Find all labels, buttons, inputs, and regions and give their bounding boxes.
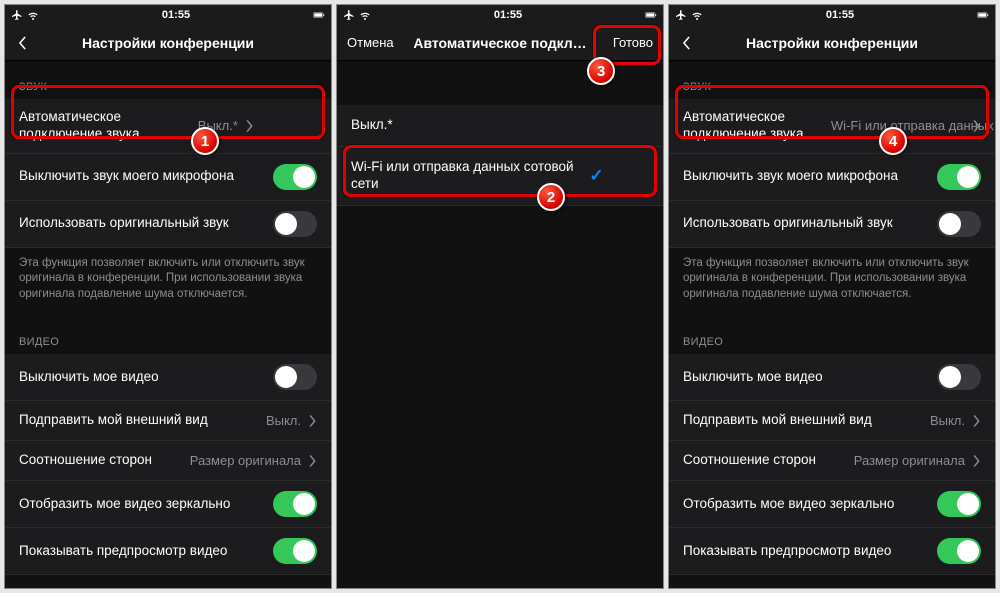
row-mute-video[interactable]: Выключить мое видео [669,354,995,401]
wifi-icon [691,9,703,21]
nav-title: Настройки конференции [693,35,971,51]
toggle-mute-mic[interactable] [937,164,981,190]
toggle-mirror[interactable] [273,491,317,517]
row-label: Выключить звук моего микрофона [683,168,937,185]
screen-3: 01:55 Настройки конференции ЗВУК Автомат… [668,4,996,589]
toggle-original-sound[interactable] [273,211,317,237]
chevron-right-icon [973,120,981,132]
section-header-general: ОБЩИЕ [5,575,331,588]
nav-bar: Отмена Автоматическое подкл… Готово [337,25,663,61]
row-mute-video[interactable]: Выключить мое видео [5,354,331,401]
toggle-mute-mic[interactable] [273,164,317,190]
row-mute-mic[interactable]: Выключить звук моего микрофона [669,154,995,201]
row-label: Выключить мое видео [19,369,273,386]
status-time: 01:55 [371,9,645,21]
chevron-right-icon [973,415,981,427]
status-time: 01:55 [39,9,313,21]
check-icon: ✓ [589,166,603,186]
row-value: Размер оригинала [190,453,301,468]
row-original-sound[interactable]: Использовать оригинальный звук [5,201,331,248]
row-value: Размер оригинала [854,453,965,468]
back-icon[interactable] [15,36,29,50]
chevron-right-icon [973,455,981,467]
row-label: Выключить звук моего микрофона [19,168,273,185]
row-mirror[interactable]: Отобразить мое видео зеркально [5,481,331,528]
row-value: Выкл. [930,413,965,428]
option-off[interactable]: Выкл.* [337,105,663,147]
section-header-sound: ЗВУК [5,61,331,99]
toggle-mute-video[interactable] [273,364,317,390]
row-aspect[interactable]: Соотношение сторон Размер оригинала [669,441,995,481]
row-label: Использовать оригинальный звук [19,215,273,232]
section-header-general: ОБЩИЕ [669,575,995,588]
row-value: Выкл. [266,413,301,428]
back-icon[interactable] [679,36,693,50]
screen-2: 01:55 Отмена Автоматическое подкл… Готов… [336,4,664,589]
toggle-original-sound[interactable] [937,211,981,237]
row-touch-up[interactable]: Подправить мой внешний вид Выкл. [669,401,995,441]
row-touch-up[interactable]: Подправить мой внешний вид Выкл. [5,401,331,441]
row-original-sound[interactable]: Использовать оригинальный звук [669,201,995,248]
status-bar: 01:55 [337,5,663,25]
chevron-right-icon [309,455,317,467]
done-button[interactable]: Готово [613,35,653,50]
content: Выкл.* Wi-Fi или отправка данных сотовой… [337,61,663,588]
row-label: Показывать предпросмотр видео [19,543,273,560]
airplane-icon [343,9,355,21]
row-auto-audio[interactable]: Автоматическое подключение звука Wi-Fi и… [669,99,995,154]
footer-note: Эта функция позволяет включить или отклю… [5,248,331,317]
chevron-right-icon [246,120,254,132]
toggle-mute-video[interactable] [937,364,981,390]
toggle-mirror[interactable] [937,491,981,517]
row-aspect[interactable]: Соотношение сторон Размер оригинала [5,441,331,481]
row-label: Использовать оригинальный звук [683,215,937,232]
row-preview[interactable]: Показывать предпросмотр видео [5,528,331,575]
nav-bar: Настройки конференции [669,25,995,61]
row-label: Отобразить мое видео зеркально [19,496,273,513]
row-label: Соотношение сторон [683,452,854,469]
row-label: Автоматическое подключение звука [683,109,831,143]
status-time: 01:55 [703,9,977,21]
option-label: Wi-Fi или отправка данных сотовой сети [351,159,589,193]
row-mirror[interactable]: Отобразить мое видео зеркально [669,481,995,528]
section-header-video: ВИДЕО [669,316,995,354]
toggle-preview[interactable] [937,538,981,564]
row-mute-mic[interactable]: Выключить звук моего микрофона [5,154,331,201]
content: ЗВУК Автоматическое подключение звука Вы… [5,61,331,588]
nav-bar: Настройки конференции [5,25,331,61]
content: ЗВУК Автоматическое подключение звука Wi… [669,61,995,588]
section-header-sound: ЗВУК [669,61,995,99]
battery-icon [313,9,325,21]
status-bar: 01:55 [669,5,995,25]
cancel-button[interactable]: Отмена [347,35,394,50]
airplane-icon [675,9,687,21]
option-label: Выкл.* [351,117,649,134]
row-label: Отобразить мое видео зеркально [683,496,937,513]
battery-icon [977,9,989,21]
row-preview[interactable]: Показывать предпросмотр видео [669,528,995,575]
row-label: Автоматическое подключение звука [19,109,198,143]
row-value: Выкл.* [198,118,238,133]
battery-icon [645,9,657,21]
wifi-icon [27,9,39,21]
row-label: Показывать предпросмотр видео [683,543,937,560]
chevron-right-icon [309,415,317,427]
screen-1: 01:55 Настройки конференции ЗВУК Автомат… [4,4,332,589]
toggle-preview[interactable] [273,538,317,564]
row-label: Соотношение сторон [19,452,190,469]
nav-title: Настройки конференции [29,35,307,51]
row-label: Подправить мой внешний вид [19,412,266,429]
row-auto-audio[interactable]: Автоматическое подключение звука Выкл.* [5,99,331,154]
footer-note: Эта функция позволяет включить или отклю… [669,248,995,317]
wifi-icon [359,9,371,21]
section-header-video: ВИДЕО [5,316,331,354]
row-value: Wi-Fi или отправка данных сотовой сети [831,118,965,134]
row-label: Подправить мой внешний вид [683,412,930,429]
row-label: Выключить мое видео [683,369,937,386]
option-wifi-cell[interactable]: Wi-Fi или отправка данных сотовой сети ✓ [337,147,663,206]
status-bar: 01:55 [5,5,331,25]
airplane-icon [11,9,23,21]
